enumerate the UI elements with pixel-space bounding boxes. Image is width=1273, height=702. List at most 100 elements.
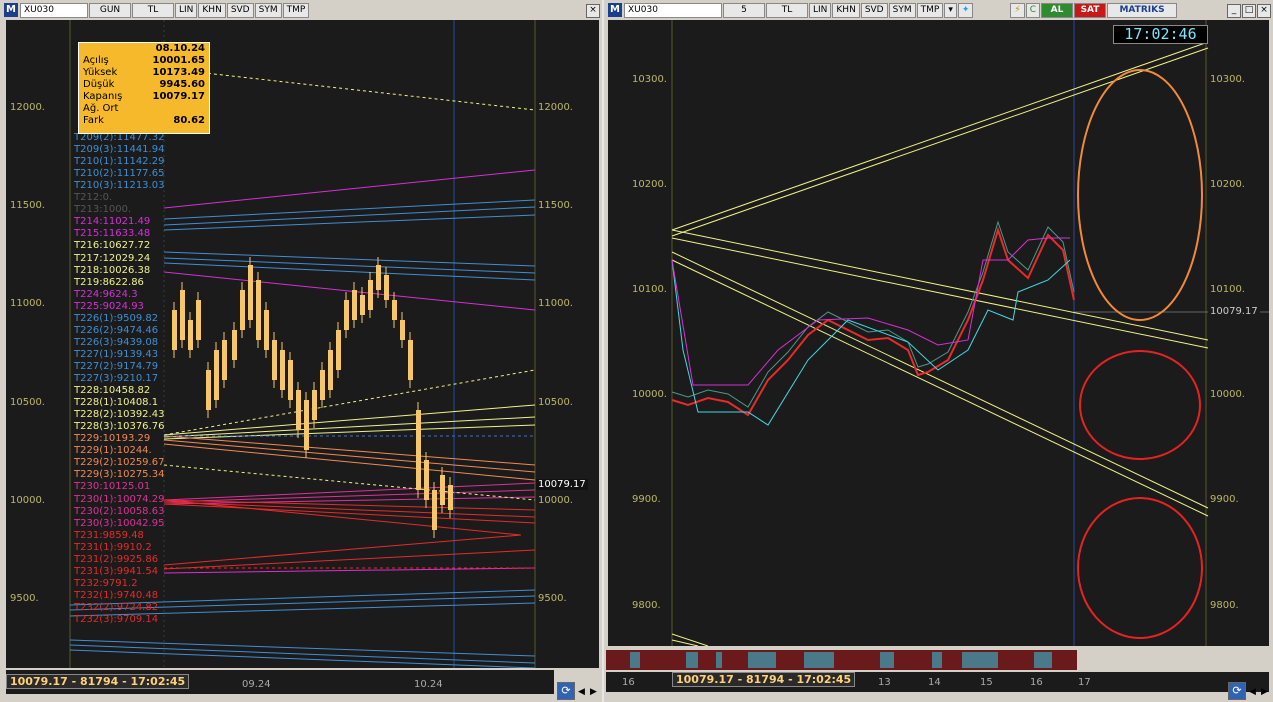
trend-line — [163, 501, 536, 518]
left-chart-window: M XU030 GUN TL LIN KHN SVD SYM TMP × T20… — [0, 0, 602, 702]
trendline-label: T232:9791.2 — [74, 577, 138, 589]
trendline-label: T230(3):10042.95 — [74, 517, 165, 529]
refresh-icon[interactable]: ⟳ — [1228, 682, 1246, 700]
candle-body — [248, 265, 253, 320]
app-logo-icon: M — [4, 3, 18, 17]
candle-body — [240, 290, 245, 330]
volume-strip — [606, 650, 1077, 670]
trend-line — [671, 229, 1209, 341]
candle-body — [180, 290, 185, 340]
linear-button[interactable]: LIN — [175, 2, 198, 18]
right-price-chart[interactable]: 10300. 10200. 10100. 10000. 9900. 9800. … — [608, 20, 1269, 646]
trend-line — [163, 439, 536, 473]
candle-body — [424, 460, 429, 500]
y-tick: 12000. — [10, 102, 45, 113]
volume-bar — [932, 652, 942, 668]
ohlc-low-label: Düşük — [83, 79, 115, 90]
volume-bar — [716, 652, 722, 668]
candle-body — [206, 370, 211, 410]
buy-button[interactable]: AL — [1041, 2, 1074, 18]
y-tick: 10300. — [1210, 74, 1245, 85]
volume-bg — [606, 650, 1077, 670]
scroll-left-icon[interactable]: ◀ — [578, 687, 585, 697]
left-toolbar: M XU030 GUN TL LIN KHN SVD SYM TMP — [4, 2, 310, 18]
candle-body — [368, 280, 373, 310]
y-tick: 10500. — [538, 397, 573, 408]
maximize-icon[interactable]: □ — [1242, 4, 1256, 18]
trendline-label: T231(2):9925.86 — [74, 553, 159, 565]
sym-button[interactable]: SYM — [888, 2, 916, 18]
candle-button[interactable]: KHN — [198, 2, 226, 18]
sell-button[interactable]: SAT — [1074, 2, 1107, 18]
volume-bar — [686, 652, 698, 668]
candle-button[interactable]: KHN — [832, 2, 860, 18]
x-tick: 16 — [622, 677, 635, 688]
trendline-label: T217:12029.24 — [74, 252, 151, 264]
y-tick: 11000. — [10, 298, 45, 309]
left-price-chart[interactable]: T209(2):11477.32 T209(3):11441.94 T210(1):… — [6, 20, 599, 668]
trendline-label: T224:9624.3 — [74, 288, 138, 300]
trend-line — [163, 503, 536, 524]
scroll-left-icon[interactable]: ◀ — [1249, 687, 1256, 697]
brand-logo: MATRIKS — [1107, 2, 1178, 18]
chevron-down-icon[interactable]: ▾ — [944, 2, 957, 18]
trendline-label: T229(2):10259.67 — [74, 457, 165, 469]
candle-body — [328, 350, 333, 390]
minimize-icon[interactable]: _ — [1227, 4, 1241, 18]
close-icon[interactable]: × — [586, 4, 600, 18]
x-tick: 13 — [878, 677, 891, 688]
period-button[interactable]: 5 — [723, 2, 765, 18]
ohlc-diff-value: 80.62 — [173, 115, 205, 126]
alert-icon[interactable]: ⚡ — [1010, 2, 1025, 18]
twitter-icon[interactable]: ✦ — [957, 2, 974, 18]
template-button[interactable]: TMP — [916, 2, 944, 18]
trendline-label: T213:1000. — [74, 204, 132, 216]
left-status-bar: 10079.17 - 81794 - 17:02:45 09.24 10.24 — [6, 670, 554, 694]
trendline-label: T210(3):11213.03 — [74, 180, 165, 192]
right-chart-window: M XU030 5 TL LIN KHN SVD SYM TMP ▾ ✦ ⚡ C… — [604, 0, 1273, 702]
trend-line — [671, 47, 1209, 237]
template-button[interactable]: TMP — [282, 2, 310, 18]
y-tick: 10000. — [632, 389, 667, 400]
y-tick: 10000. — [10, 495, 45, 506]
trend-line — [163, 369, 536, 436]
ohlc-info-box: 08.10.24 Açılış 10001.65 Yüksek 10173.49 D… — [78, 42, 210, 134]
refresh-icon[interactable]: C — [1025, 2, 1041, 18]
scroll-right-icon[interactable]: ▶ — [1261, 687, 1268, 697]
trendline-label: T229:10193.29 — [74, 433, 151, 445]
clock-display: 17:02:46 — [1113, 25, 1208, 44]
currency-button[interactable]: TL — [766, 2, 808, 18]
candle-body — [222, 340, 227, 380]
candle-body — [214, 350, 219, 400]
volume-bar — [748, 652, 776, 668]
y-tick: 10200. — [1210, 179, 1245, 190]
currency-button[interactable]: TL — [132, 2, 174, 18]
sym-button[interactable]: SYM — [254, 2, 282, 18]
y-tick: 9900. — [632, 494, 661, 505]
period-button[interactable]: GUN — [89, 2, 131, 18]
trendline-label: T218:10026.38 — [74, 264, 151, 276]
symbol-selector[interactable]: XU030 — [624, 2, 722, 18]
status-readout: 10079.17 - 81794 - 17:02:45 — [6, 674, 190, 689]
close-icon[interactable]: × — [1257, 4, 1271, 18]
y-tick: 11000. — [538, 298, 573, 309]
svd-button[interactable]: SVD — [860, 2, 888, 18]
trendline-label: T226(1):9509.82 — [74, 312, 159, 324]
y-tick: 9800. — [1210, 600, 1239, 611]
candle-body — [196, 300, 201, 340]
candle-body — [296, 390, 301, 430]
svd-button[interactable]: SVD — [226, 2, 254, 18]
linear-button[interactable]: LIN — [809, 2, 832, 18]
candle-body — [392, 300, 397, 320]
refresh-icon[interactable]: ⟳ — [557, 682, 575, 700]
trendline-label: T216:10627.72 — [74, 240, 151, 252]
y-tick: 9500. — [538, 593, 567, 604]
scroll-right-icon[interactable]: ▶ — [590, 687, 597, 697]
symbol-selector[interactable]: XU030 — [20, 2, 88, 18]
y-tick: 10200. — [632, 179, 667, 190]
y-tick: 10300. — [632, 74, 667, 85]
trendline-label: T230:10125.01 — [74, 481, 151, 493]
x-tick: 15 — [980, 677, 993, 688]
trendline-label: T214:11021.49 — [74, 216, 151, 228]
right-chart-svg — [671, 20, 1269, 646]
